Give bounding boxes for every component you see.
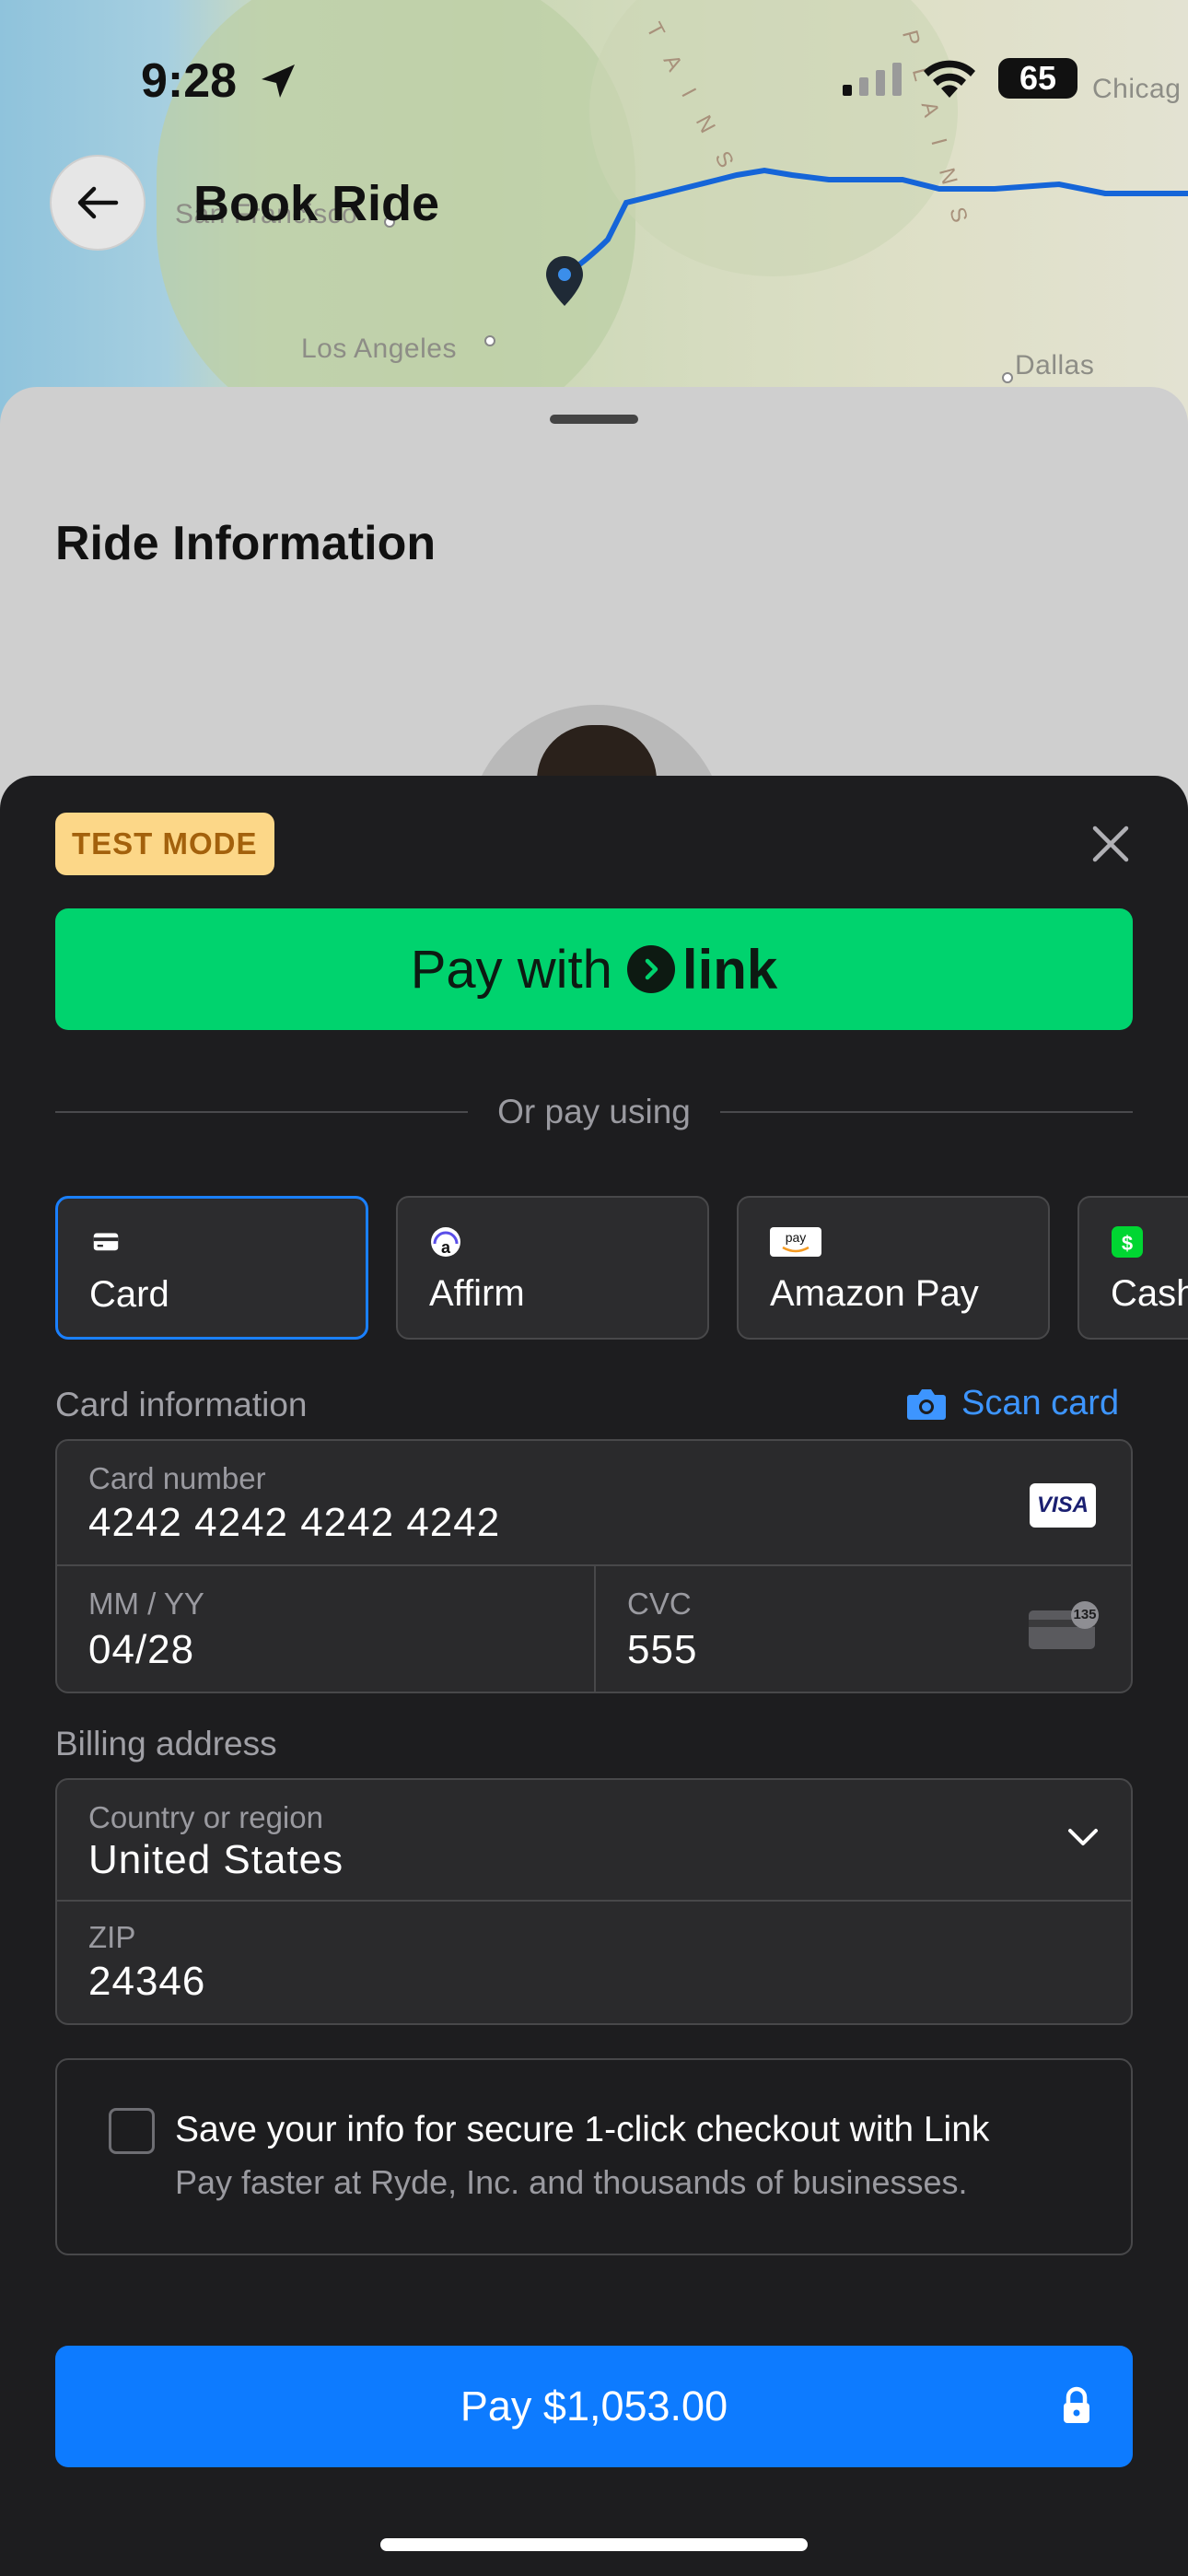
cvc-card-icon: 135: [1029, 1601, 1099, 1649]
zip-value: 24346: [88, 1959, 206, 2004]
country-value: United States: [88, 1837, 344, 1882]
pay-with-link-button[interactable]: Pay with link: [55, 908, 1133, 1030]
amazon-pay-icon: pay: [770, 1227, 821, 1257]
zip-label: ZIP: [88, 1920, 136, 1954]
card-brand-text: VISA: [1036, 1493, 1089, 1517]
location-arrow-icon: [262, 64, 295, 98]
save-info-checkbox[interactable]: [109, 2108, 155, 2154]
method-cash-app[interactable]: $ Cash: [1077, 1196, 1188, 1340]
payment-method-carousel[interactable]: Card a Affirm pay Amazon Pay $ Cash: [55, 1196, 1188, 1340]
expiry-label: MM / YY: [88, 1587, 204, 1621]
ride-information-title: Ride Information: [55, 517, 437, 570]
back-button[interactable]: [50, 155, 146, 251]
visa-icon: VISA: [1030, 1483, 1096, 1528]
pay-button-label: Pay $1,053.00: [460, 2383, 728, 2430]
test-mode-badge: TEST MODE: [55, 813, 274, 875]
cvc-field[interactable]: CVC 555 135: [596, 1566, 1131, 1692]
home-indicator[interactable]: [380, 2538, 808, 2551]
zip-field[interactable]: ZIP 24346: [57, 1902, 1131, 2023]
card-icon: [93, 1233, 119, 1251]
payment-sheet: TEST MODE Pay with link Or pay using Car…: [0, 776, 1188, 2576]
method-affirm[interactable]: a Affirm: [396, 1196, 709, 1340]
battery-level: 65: [998, 58, 1077, 99]
affirm-icon: a: [431, 1227, 460, 1257]
method-label: Affirm: [429, 1273, 525, 1314]
link-logo: link: [626, 938, 778, 1001]
cvc-icon-badge: 135: [1071, 1601, 1099, 1629]
map-pin-icon[interactable]: [543, 254, 586, 308]
method-label: Cash: [1111, 1273, 1188, 1314]
cash-app-icon: $: [1112, 1226, 1143, 1258]
country-label: Country or region: [88, 1800, 323, 1834]
status-time: 9:28: [141, 54, 238, 108]
or-pay-using-divider: Or pay using: [55, 1089, 1133, 1135]
save-with-link-box: Save your info for secure 1-click checko…: [55, 2058, 1133, 2255]
billing-address-label: Billing address: [55, 1725, 277, 1762]
svg-text:pay: pay: [786, 1230, 807, 1245]
close-icon: [1092, 825, 1129, 862]
method-label: Card: [89, 1274, 169, 1315]
scan-card-button[interactable]: Scan card: [906, 1384, 1119, 1423]
link-chevron-icon: [626, 945, 675, 993]
method-amazon-pay[interactable]: pay Amazon Pay: [737, 1196, 1050, 1340]
method-card[interactable]: Card: [55, 1196, 368, 1340]
expiry-field[interactable]: MM / YY 04/28: [57, 1566, 595, 1692]
cellular-signal-icon: [843, 63, 902, 96]
page-title: Book Ride: [193, 176, 440, 231]
divider-text: Or pay using: [497, 1093, 691, 1130]
cvc-label: CVC: [627, 1587, 692, 1621]
card-number-field[interactable]: Card number 4242 4242 4242 4242 VISA: [57, 1441, 1131, 1564]
card-information-fields: Card number 4242 4242 4242 4242 VISA MM …: [55, 1439, 1133, 1693]
pay-with-label: Pay with: [410, 939, 612, 1000]
scan-card-label: Scan card: [961, 1384, 1120, 1423]
sheet-grabber[interactable]: [550, 415, 638, 424]
save-info-title: Save your info for secure 1-click checko…: [175, 2110, 990, 2149]
link-brand-text: link: [681, 938, 778, 1001]
camera-icon: [907, 1388, 946, 1420]
wifi-icon: [924, 60, 975, 98]
save-info-subtitle: Pay faster at Ryde, Inc. and thousands o…: [175, 2163, 968, 2201]
card-number-label: Card number: [88, 1461, 266, 1495]
billing-address-fields: Country or region United States ZIP 2434…: [55, 1778, 1133, 2025]
cvc-value: 555: [627, 1627, 698, 1672]
method-label: Amazon Pay: [770, 1273, 979, 1314]
svg-text:$: $: [1122, 1232, 1133, 1255]
svg-text:a: a: [441, 1238, 451, 1257]
arrow-left-icon: [77, 186, 119, 219]
expiry-value: 04/28: [88, 1627, 195, 1672]
chevron-down-icon: [1068, 1829, 1098, 1845]
pay-button[interactable]: Pay $1,053.00: [55, 2346, 1133, 2467]
country-select[interactable]: Country or region United States: [57, 1780, 1131, 1900]
lock-icon: [1064, 2386, 1089, 2423]
card-information-label: Card information: [55, 1386, 308, 1423]
close-button[interactable]: [1085, 818, 1136, 870]
cvc-icon-text: 135: [1073, 1607, 1097, 1622]
status-bar: 9:28 65: [0, 0, 1188, 157]
card-number-value: 4242 4242 4242 4242: [88, 1500, 501, 1545]
